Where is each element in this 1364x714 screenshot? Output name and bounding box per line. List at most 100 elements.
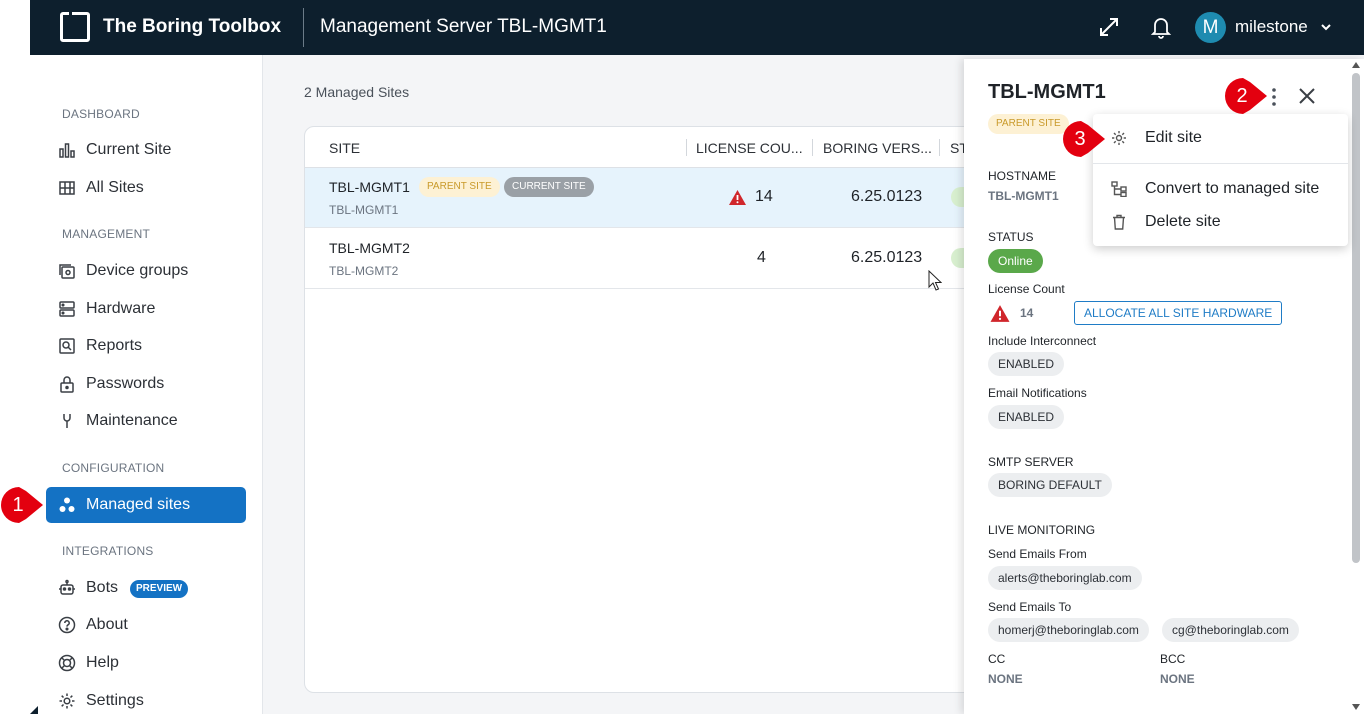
- site-count: 2 Managed Sites: [304, 84, 410, 100]
- column-divider[interactable]: [686, 139, 687, 156]
- sites-icon: [59, 497, 75, 512]
- sidebar-item-label: Bots: [86, 579, 119, 596]
- sidebar-item-label: Passwords: [86, 375, 165, 392]
- send-to-chip: homerj@theboringlab.com: [988, 618, 1149, 642]
- corner-decoration: [30, 706, 38, 714]
- sidebar-item-settings[interactable]: Settings: [46, 683, 246, 714]
- sidebar-item-help[interactable]: Help: [46, 645, 246, 681]
- sidebar-item-reports[interactable]: Reports: [46, 328, 246, 364]
- hierarchy-icon: [1111, 181, 1127, 197]
- report-icon: [59, 338, 75, 354]
- mouse-cursor-icon: [928, 270, 942, 291]
- sidebar-item-maintenance[interactable]: Maintenance: [46, 403, 246, 439]
- sidebar-item-hardware[interactable]: Hardware: [46, 291, 246, 327]
- interconnect-chip: ENABLED: [988, 352, 1065, 376]
- preview-badge: PREVIEW: [130, 580, 189, 598]
- column-divider[interactable]: [812, 139, 813, 156]
- avatar[interactable]: M: [1195, 12, 1226, 43]
- boring-version: 6.25.0123: [851, 249, 923, 266]
- step-marker-1: 1: [0, 486, 44, 524]
- boring-version: 6.25.0123: [851, 188, 923, 205]
- allocate-hardware-button[interactable]: ALLOCATE ALL SITE HARDWARE: [1074, 301, 1283, 325]
- send-from-chip: alerts@theboringlab.com: [988, 566, 1142, 590]
- current-site-tag: CURRENT SITE: [504, 177, 594, 197]
- menu-item-label: Edit site: [1145, 129, 1202, 146]
- menu-divider: [1093, 163, 1348, 164]
- step-number: 3: [1074, 128, 1086, 150]
- site-host: TBL-MGMT2: [329, 264, 399, 278]
- email-notifications-label: Email Notifications: [988, 386, 1087, 400]
- status-chip: [951, 248, 965, 268]
- server-title: Management Server TBL-MGMT1: [320, 16, 607, 37]
- site-name: TBL-MGMT2: [329, 240, 410, 256]
- section-dashboard: DASHBOARD: [62, 107, 140, 121]
- site-host: TBL-MGMT1: [329, 203, 399, 217]
- site-name: TBL-MGMT1: [329, 179, 410, 195]
- step-number: 2: [1236, 85, 1248, 107]
- step-number: 1: [12, 494, 24, 516]
- sidebar-item-label: Settings: [86, 692, 144, 709]
- send-to-label: Send Emails To: [988, 600, 1072, 614]
- menu-item-convert-managed[interactable]: Convert to managed site: [1093, 173, 1348, 205]
- table-row[interactable]: TBL-MGMT1 PARENT SITE CURRENT SITE TBL-M…: [305, 168, 1003, 228]
- app-logo-icon: [60, 12, 90, 42]
- grid-icon: [59, 181, 75, 195]
- lifebuoy-icon: [58, 654, 76, 672]
- sidebar-item-label: Maintenance: [86, 412, 178, 429]
- menu-item-label: Convert to managed site: [1145, 180, 1320, 197]
- status-chip: [951, 187, 965, 207]
- gear-icon: [59, 693, 75, 709]
- parent-site-tag: PARENT SITE: [419, 177, 500, 197]
- wrench-icon: [63, 414, 71, 428]
- menu-item-delete-site[interactable]: Delete site: [1093, 206, 1348, 238]
- cc-value: NONE: [988, 672, 1023, 686]
- sidebar: DASHBOARD Current Site All Sites MANAGEM…: [30, 55, 263, 714]
- hostname-label: HOSTNAME: [988, 169, 1057, 183]
- sidebar-item-current-site[interactable]: Current Site: [46, 132, 246, 168]
- bell-icon[interactable]: [1150, 15, 1172, 39]
- section-configuration: CONFIGURATION: [62, 461, 165, 475]
- scrollbar-thumb[interactable]: [1352, 73, 1360, 563]
- more-options-icon[interactable]: [1268, 87, 1280, 107]
- bot-icon: [59, 579, 75, 595]
- menu-item-edit-site[interactable]: Edit site: [1093, 122, 1348, 154]
- app-name[interactable]: The Boring Toolbox: [103, 16, 281, 38]
- sidebar-item-managed-sites[interactable]: Managed sites: [46, 487, 246, 523]
- scroll-down-arrow-icon[interactable]: [1351, 703, 1361, 711]
- sidebar-item-passwords[interactable]: Passwords: [46, 366, 246, 402]
- parent-site-tag: PARENT SITE: [988, 114, 1069, 134]
- column-divider[interactable]: [939, 139, 940, 156]
- chevron-down-icon[interactable]: [1319, 20, 1333, 34]
- bar-chart-icon: [59, 143, 75, 158]
- help-circle-icon: [58, 616, 76, 634]
- bcc-label: BCC: [1160, 652, 1186, 666]
- send-to-chip: cg@theboringlab.com: [1162, 618, 1299, 642]
- column-header-site[interactable]: SITE: [329, 140, 360, 156]
- sidebar-item-label: Help: [86, 654, 119, 671]
- step-marker-2: 2: [1224, 77, 1268, 115]
- send-from-label: Send Emails From: [988, 547, 1087, 561]
- device-groups-icon: [59, 264, 75, 279]
- license-count-value: 14: [1020, 306, 1034, 320]
- column-header-version[interactable]: BORING VERS...: [823, 140, 932, 156]
- scroll-up-arrow-icon[interactable]: [1351, 61, 1361, 69]
- sidebar-item-device-groups[interactable]: Device groups: [46, 253, 246, 289]
- interconnect-label: Include Interconnect: [988, 334, 1097, 348]
- section-integrations: INTEGRATIONS: [62, 544, 154, 558]
- sidebar-item-label: Current Site: [86, 141, 172, 158]
- sidebar-item-bots[interactable]: Bots PREVIEW: [46, 570, 246, 606]
- step-marker-3: 3: [1062, 120, 1106, 158]
- close-icon[interactable]: [1298, 87, 1316, 105]
- expand-icon[interactable]: [1098, 16, 1120, 38]
- sidebar-item-about[interactable]: About: [46, 607, 246, 643]
- sidebar-item-all-sites[interactable]: All Sites: [46, 170, 246, 206]
- menu-item-label: Delete site: [1145, 213, 1221, 230]
- hostname-value: TBL-MGMT1: [988, 189, 1059, 203]
- lock-icon: [60, 376, 74, 393]
- live-monitoring-label: LIVE MONITORING: [988, 523, 1096, 537]
- column-header-license[interactable]: LICENSE COU...: [696, 140, 803, 156]
- table-row[interactable]: TBL-MGMT2 TBL-MGMT2 4 6.25.0123: [305, 229, 1003, 289]
- email-notifications-chip: ENABLED: [988, 405, 1065, 429]
- user-name[interactable]: milestone: [1235, 17, 1308, 37]
- bcc-value: NONE: [1160, 672, 1195, 686]
